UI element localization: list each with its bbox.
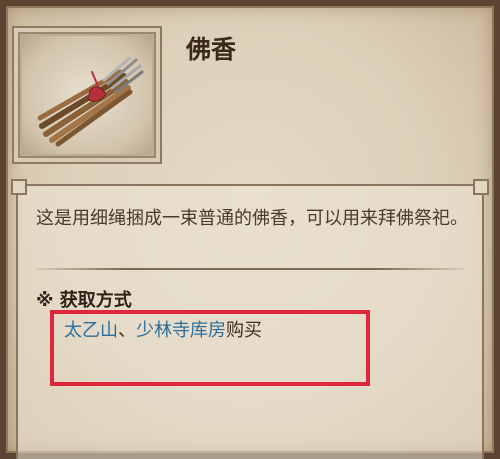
section-divider <box>36 268 464 270</box>
highlight-box <box>50 310 370 386</box>
item-icon-frame <box>12 26 162 164</box>
acquire-heading: ※ 获取方式 <box>36 290 132 311</box>
incense-sticks-icon <box>37 56 144 147</box>
item-name: 佛香 <box>186 35 237 64</box>
item-description: 这是用细绳捆成一束普通的佛香，可以用来拜佛祭祀。 <box>36 208 468 229</box>
